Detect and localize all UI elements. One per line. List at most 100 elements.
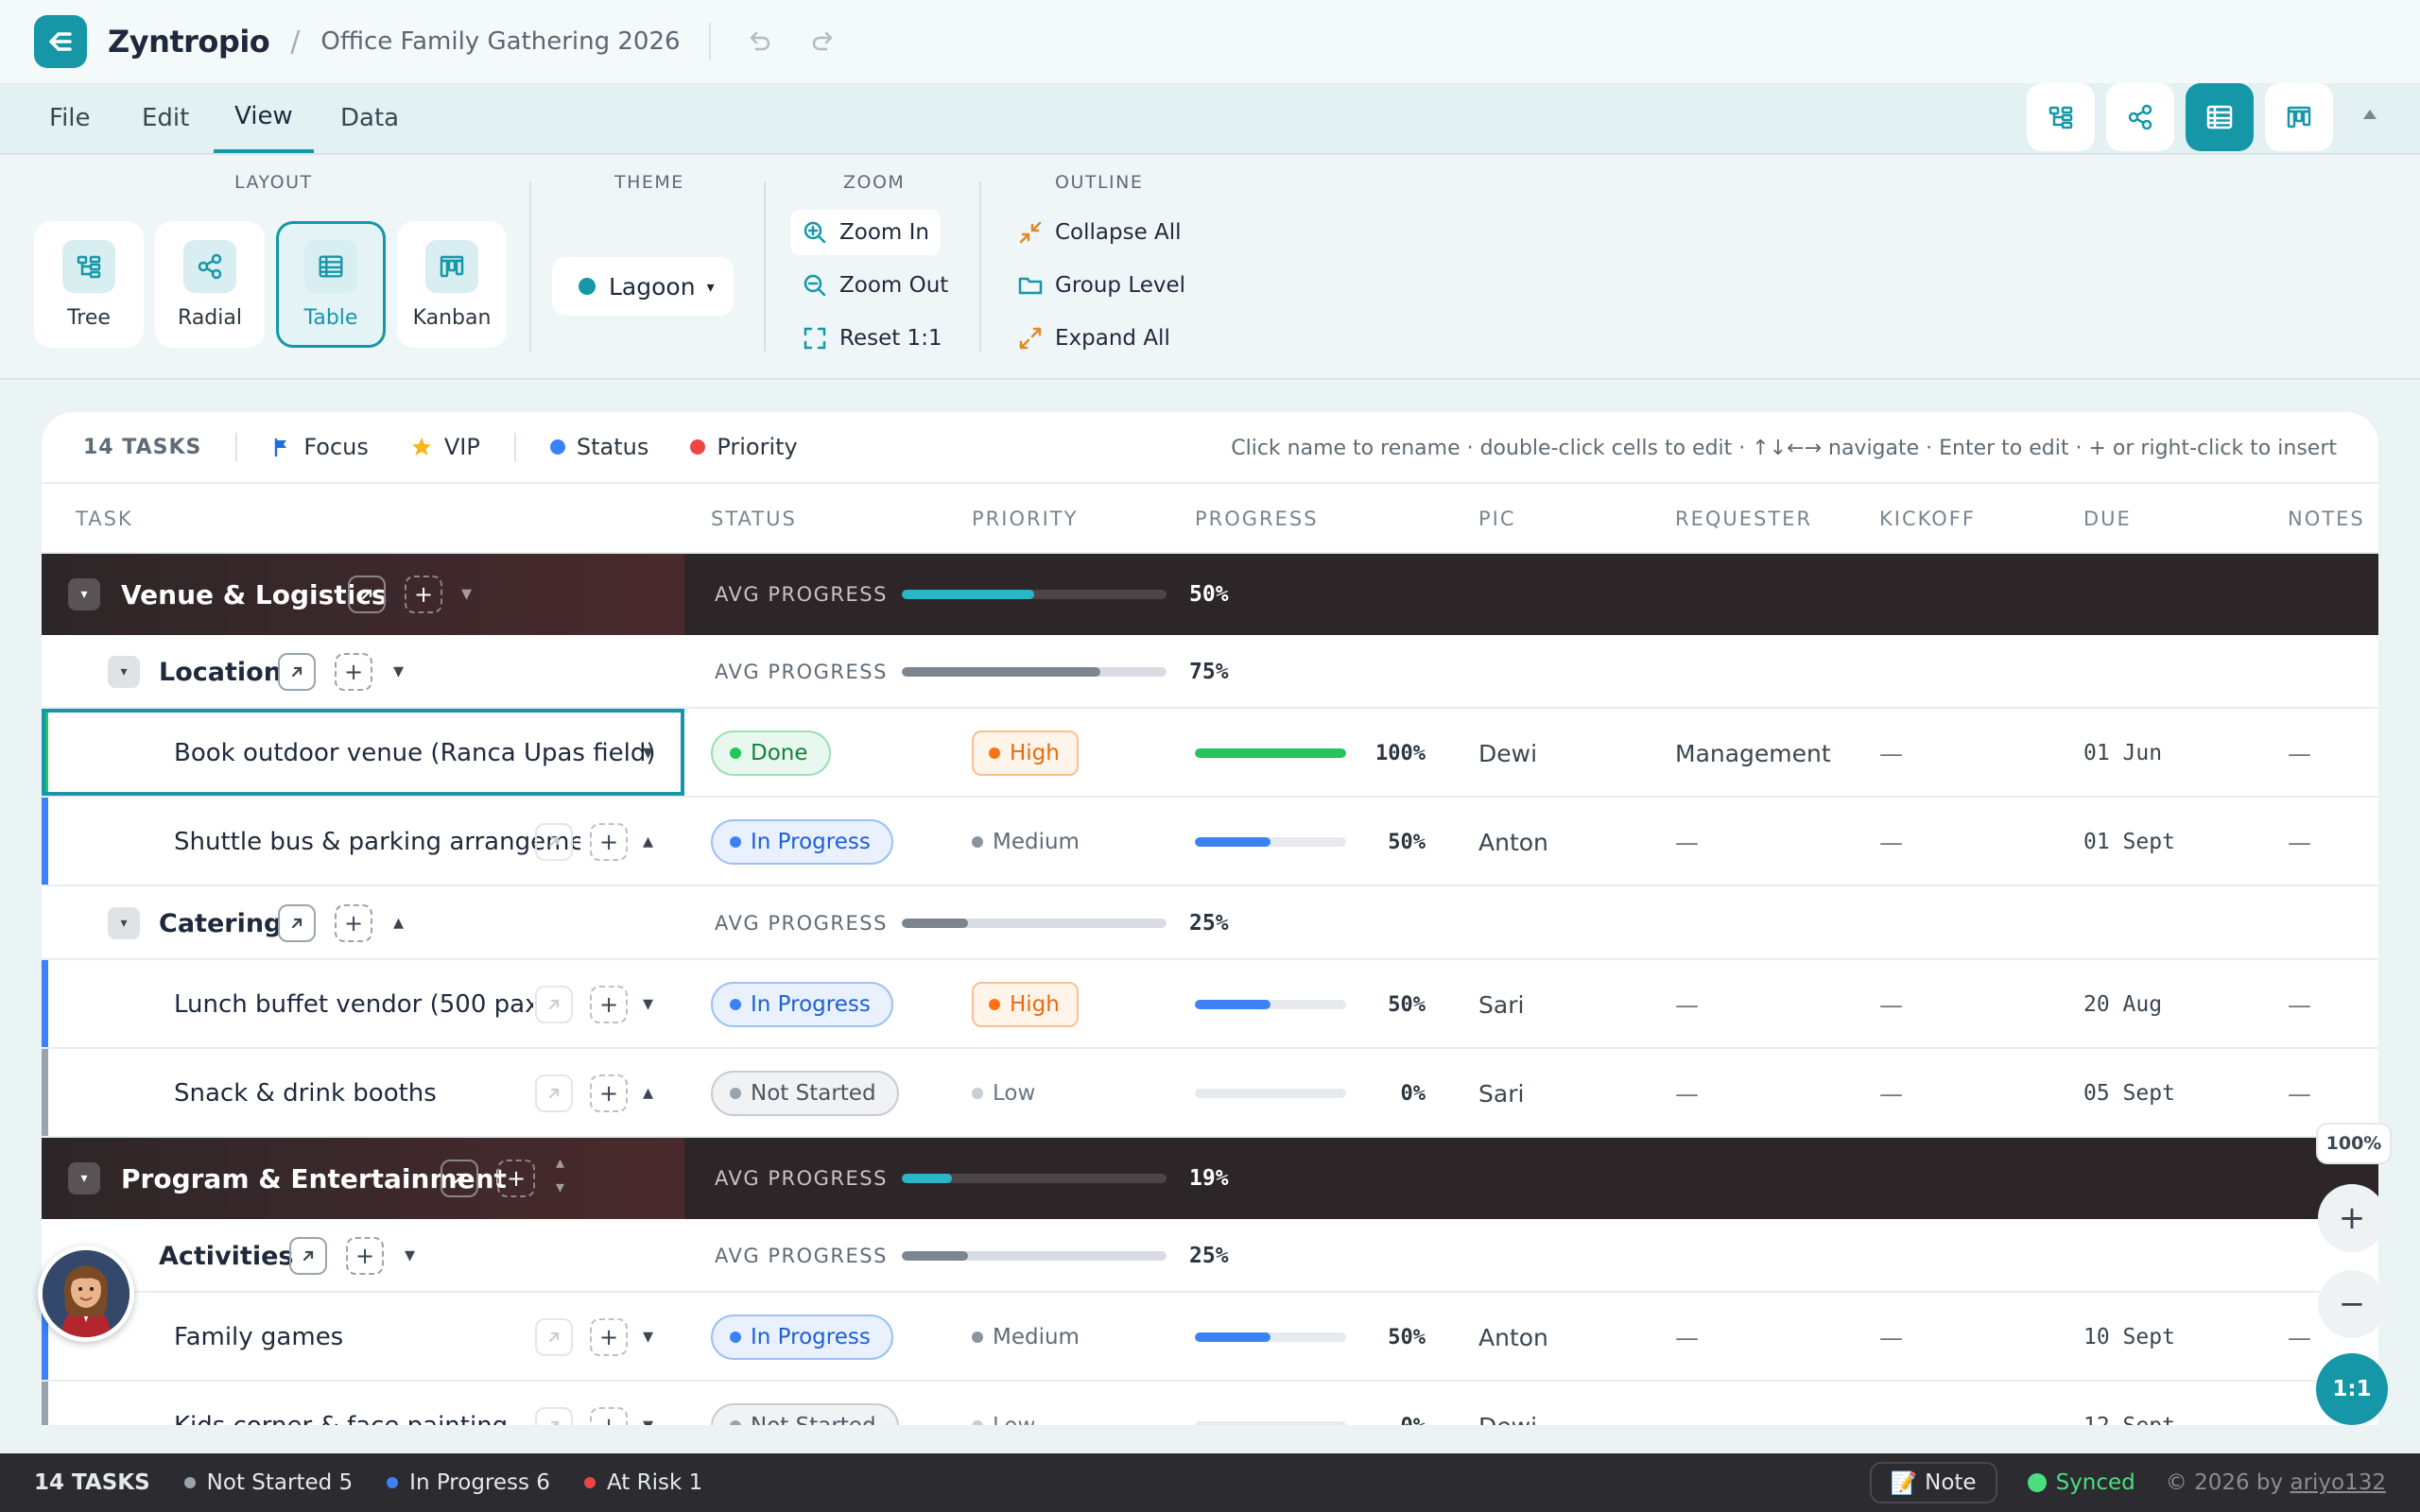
- table-row[interactable]: Shuttle bus & parking arrangement + ▴ In…: [42, 798, 2378, 886]
- subgroup-row[interactable]: Activities + ▾ AVG PROGRESS 25%: [42, 1219, 2378, 1293]
- requester-cell[interactable]: —: [1675, 1293, 1699, 1382]
- kanban-view-button[interactable]: [2265, 83, 2333, 151]
- open-task-button[interactable]: [535, 1318, 573, 1356]
- move-caret[interactable]: ▾: [405, 1244, 415, 1267]
- focus-filter[interactable]: Focus: [271, 434, 369, 460]
- table-row[interactable]: Book outdoor venue (Ranca Upas field) ▾ …: [42, 709, 2378, 798]
- task-name[interactable]: Lunch buffet vendor (500 pax): [174, 960, 533, 1049]
- move-caret[interactable]: ▴: [643, 1081, 653, 1105]
- priority-badge[interactable]: Medium: [972, 1314, 1097, 1360]
- layout-radial-button[interactable]: Radial: [155, 221, 265, 348]
- theme-select[interactable]: Lagoon ▾: [552, 257, 734, 316]
- add-child-button[interactable]: +: [590, 1407, 628, 1425]
- menu-edit[interactable]: Edit: [142, 83, 189, 153]
- kickoff-cell[interactable]: —: [1879, 709, 1903, 798]
- open-task-button[interactable]: [535, 986, 573, 1023]
- move-caret[interactable]: ▴: [393, 911, 404, 935]
- col-notes[interactable]: NOTES: [2288, 484, 2365, 554]
- requester-cell[interactable]: —: [1675, 1382, 1699, 1426]
- col-due[interactable]: DUE: [2083, 484, 2132, 554]
- reset-zoom-button[interactable]: Reset 1:1: [790, 316, 954, 361]
- group-row[interactable]: ▾ Program & Entertainment + ▴ ▾ AVG PROG…: [42, 1138, 2378, 1219]
- vip-filter[interactable]: VIP: [410, 434, 480, 460]
- zoom-in-button[interactable]: Zoom In: [790, 210, 941, 255]
- zoom-out-fab[interactable]: −: [2318, 1270, 2386, 1338]
- kickoff-cell[interactable]: —: [1879, 1049, 1903, 1138]
- group-level-button[interactable]: Group Level: [1006, 263, 1197, 308]
- menu-view[interactable]: View: [214, 83, 314, 153]
- table-row[interactable]: Family games + ▾ In Progress Medium 50% …: [42, 1293, 2378, 1382]
- move-caret[interactable]: ▾: [393, 660, 404, 683]
- notes-cell[interactable]: —: [2288, 798, 2311, 886]
- add-child-button[interactable]: +: [346, 1237, 384, 1275]
- author-link[interactable]: ariyo132: [2290, 1470, 2386, 1495]
- open-subgroup-button[interactable]: [289, 1237, 327, 1275]
- priority-badge[interactable]: Medium: [972, 819, 1097, 865]
- add-child-button[interactable]: +: [590, 986, 628, 1023]
- table-row[interactable]: Kids corner & face painting + ▾ Not Star…: [42, 1382, 2378, 1425]
- notes-cell[interactable]: —: [2288, 1293, 2311, 1382]
- layout-kanban-button[interactable]: Kanban: [397, 221, 507, 348]
- collapse-all-button[interactable]: Collapse All: [1006, 210, 1193, 255]
- add-child-button[interactable]: +: [335, 653, 372, 691]
- move-caret[interactable]: ▾: [643, 1325, 653, 1349]
- status-badge[interactable]: In Progress: [711, 1314, 893, 1360]
- collapse-toggle[interactable]: ▾: [108, 656, 140, 688]
- due-cell[interactable]: 10 Sept: [2083, 1293, 2175, 1382]
- table-view-button[interactable]: [2186, 83, 2254, 151]
- task-name[interactable]: Shuttle bus & parking arrangement: [174, 798, 580, 886]
- priority-badge[interactable]: High: [972, 982, 1079, 1027]
- status-badge[interactable]: Not Started: [711, 1403, 899, 1425]
- radial-view-button[interactable]: [2106, 83, 2174, 151]
- document-title[interactable]: Office Family Gathering 2026: [320, 27, 680, 56]
- task-name[interactable]: Family games: [174, 1293, 533, 1382]
- pic-cell[interactable]: Anton: [1478, 798, 1548, 886]
- kickoff-cell[interactable]: —: [1879, 798, 1903, 886]
- status-filter[interactable]: Status: [549, 434, 648, 460]
- table-row[interactable]: Snack & drink booths + ▴ Not Started Low…: [42, 1049, 2378, 1138]
- table-row[interactable]: Lunch buffet vendor (500 pax) + ▾ In Pro…: [42, 960, 2378, 1049]
- move-caret[interactable]: ▾: [643, 992, 653, 1016]
- requester-cell[interactable]: —: [1675, 960, 1699, 1049]
- zoom-out-button[interactable]: Zoom Out: [790, 263, 959, 308]
- requester-cell[interactable]: —: [1675, 1049, 1699, 1138]
- due-cell[interactable]: 01 Jun: [2083, 709, 2162, 798]
- notes-cell[interactable]: —: [2288, 1049, 2311, 1138]
- add-child-button[interactable]: +: [497, 1160, 535, 1197]
- redo-button[interactable]: [802, 21, 843, 62]
- col-pic[interactable]: PIC: [1478, 484, 1516, 554]
- fit-fab[interactable]: 1:1: [2316, 1353, 2388, 1425]
- layout-table-button[interactable]: Table: [276, 221, 386, 348]
- due-cell[interactable]: 20 Aug: [2083, 960, 2162, 1049]
- menu-file[interactable]: File: [49, 83, 91, 153]
- task-name[interactable]: Snack & drink booths: [174, 1049, 533, 1138]
- status-badge[interactable]: In Progress: [711, 982, 893, 1027]
- move-caret[interactable]: ▾: [643, 1414, 653, 1425]
- open-task-button[interactable]: [535, 1407, 573, 1425]
- add-child-button[interactable]: +: [335, 904, 372, 942]
- col-status[interactable]: STATUS: [711, 484, 797, 554]
- col-progress[interactable]: PROGRESS: [1195, 484, 1319, 554]
- open-subgroup-button[interactable]: [278, 653, 316, 691]
- priority-filter[interactable]: Priority: [690, 434, 798, 460]
- note-button[interactable]: 📝 Note: [1869, 1462, 1997, 1503]
- group-row[interactable]: ▾ Venue & Logistics + ▾ AVG PROGRESS 50%: [42, 554, 2378, 635]
- kickoff-cell[interactable]: —: [1879, 1293, 1903, 1382]
- pic-cell[interactable]: Sari: [1478, 960, 1524, 1049]
- collapse-toggle[interactable]: ▾: [68, 578, 100, 610]
- open-task-button[interactable]: [535, 823, 573, 861]
- move-caret[interactable]: ▾: [461, 582, 472, 606]
- subgroup-name[interactable]: Location: [159, 635, 282, 709]
- move-caret[interactable]: ▾: [643, 741, 653, 765]
- tree-view-button[interactable]: [2027, 83, 2095, 151]
- undo-button[interactable]: [739, 21, 781, 62]
- expand-all-button[interactable]: Expand All: [1006, 316, 1182, 361]
- collapse-toggle[interactable]: ▾: [108, 907, 140, 939]
- requester-cell[interactable]: Management: [1675, 709, 1831, 798]
- priority-badge[interactable]: High: [972, 730, 1079, 776]
- subgroup-row[interactable]: ▾ Location + ▾ AVG PROGRESS 75%: [42, 635, 2378, 709]
- open-group-button[interactable]: [348, 576, 386, 613]
- status-badge[interactable]: Done: [711, 730, 831, 776]
- col-requester[interactable]: REQUESTER: [1675, 484, 1812, 554]
- notes-cell[interactable]: —: [2288, 1382, 2311, 1426]
